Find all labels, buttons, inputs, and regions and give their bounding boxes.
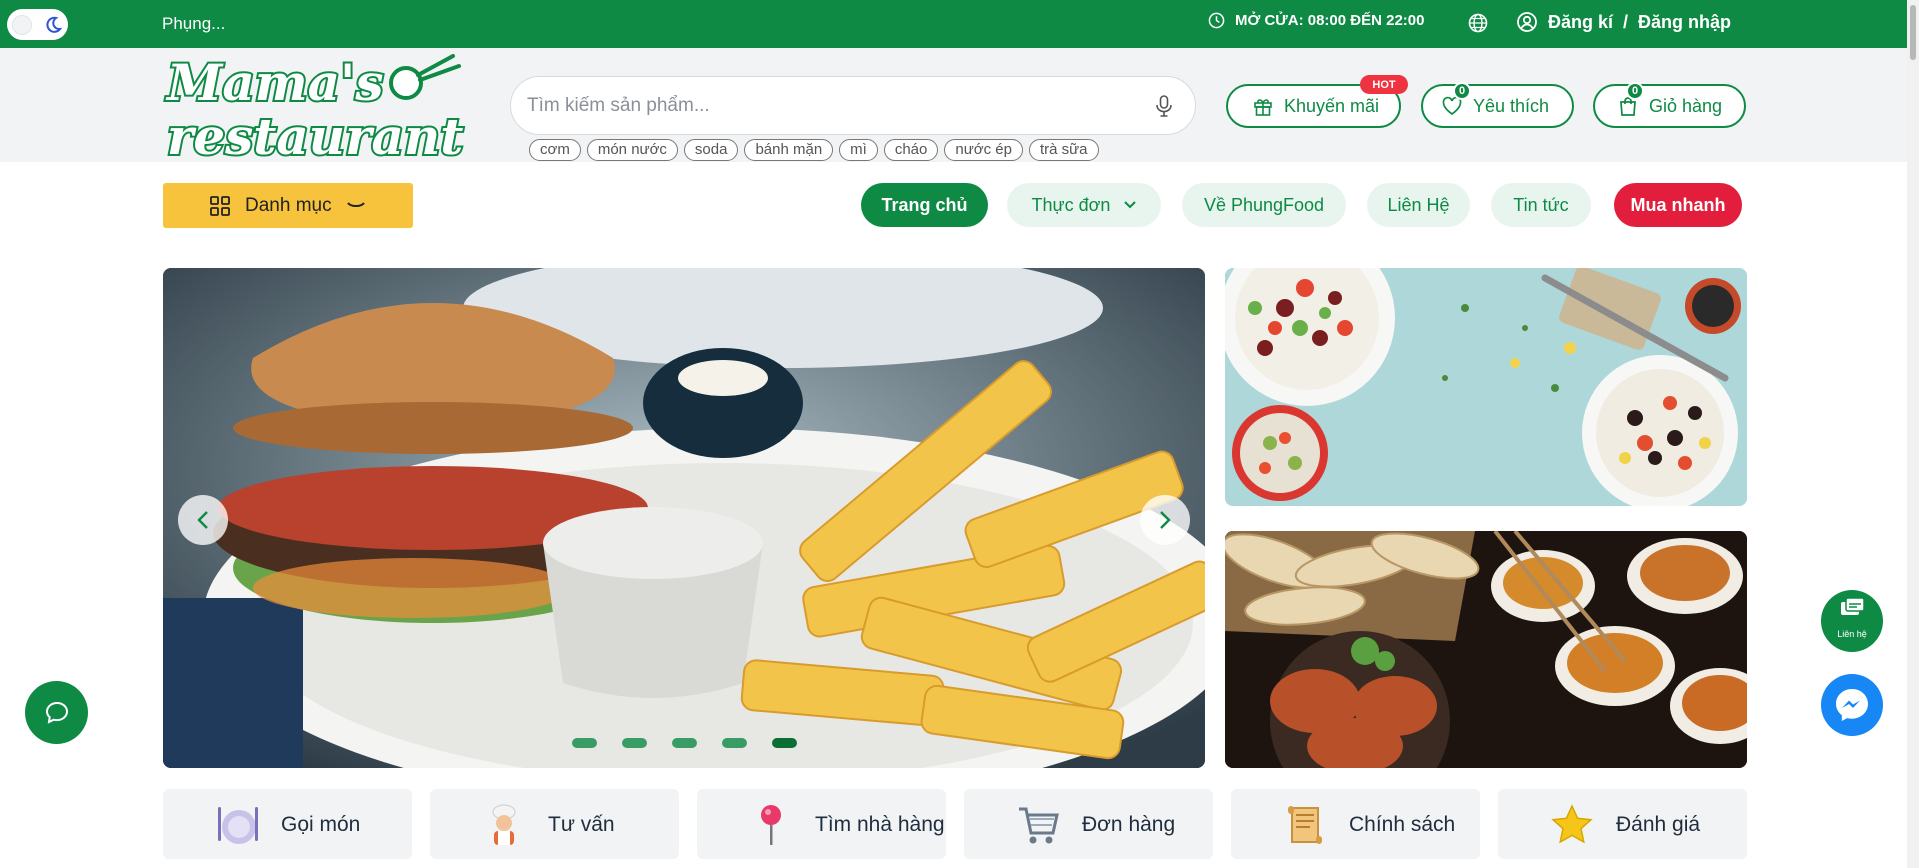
- nav-about-label: Về PhungFood: [1203, 194, 1325, 215]
- search-input[interactable]: [527, 93, 1127, 119]
- page-scrollbar[interactable]: [1907, 0, 1919, 868]
- chat-button[interactable]: [25, 681, 88, 744]
- chef-icon: [492, 804, 516, 845]
- side-banner-top[interactable]: [1225, 268, 1747, 506]
- nav-buy-now-label: Mua nhanh: [1630, 194, 1726, 215]
- nav-buy-now[interactable]: Mua nhanh: [1614, 183, 1742, 227]
- carousel-indicators: [572, 738, 797, 748]
- register-link[interactable]: Đăng kí: [1548, 12, 1613, 33]
- feature-consult[interactable]: Tư vấn: [430, 789, 679, 859]
- auth-separator: /: [1623, 11, 1629, 32]
- search-tag[interactable]: trà sữa: [1028, 139, 1099, 161]
- logo-line2: restaurant: [167, 107, 463, 162]
- main-banner: [163, 268, 1205, 768]
- scroll-icon: [1288, 806, 1322, 844]
- opening-hours: MỞ CỬA: 08:00 ĐẾN 22:00: [1208, 12, 1424, 29]
- dark-mode-toggle[interactable]: [7, 9, 68, 40]
- toggle-knob: [12, 15, 32, 35]
- burger-fries-image: [163, 268, 1205, 768]
- feature-orders[interactable]: Đơn hàng: [964, 789, 1213, 859]
- nav-menu-label: Thực đơn: [1031, 194, 1111, 215]
- nav-news-label: Tin tức: [1513, 194, 1569, 215]
- salad-bowls-image: [1225, 268, 1747, 506]
- caret-down-icon: [1124, 201, 1137, 209]
- auth-links: Đăng kí / Đăng nhập: [1516, 11, 1731, 33]
- cart-label: Giỏ hàng: [1649, 95, 1723, 116]
- globe-icon[interactable]: [1467, 12, 1489, 34]
- carousel-dot[interactable]: [622, 738, 647, 748]
- nav-home-label: Trang chủ: [881, 194, 968, 215]
- star-icon: [1551, 804, 1593, 844]
- gift-icon: [1254, 99, 1272, 116]
- chevron-right-icon: [1160, 511, 1171, 529]
- search-tags: cơm món nước soda bánh mặn mì cháo nước …: [529, 139, 1099, 161]
- carousel-dot[interactable]: [672, 738, 697, 748]
- feature-label: Đơn hàng: [1082, 813, 1176, 836]
- plate-icon: [218, 807, 258, 844]
- top-bar: Phụng... MỞ CỬA: 08:00 ĐẾN 22:00 Đăng kí…: [0, 0, 1919, 48]
- logo-line1: Mama's: [165, 53, 384, 112]
- feature-order[interactable]: Gọi món: [163, 789, 412, 859]
- nav-news[interactable]: Tin tức: [1491, 183, 1591, 227]
- nav-about[interactable]: Về PhungFood: [1182, 183, 1346, 227]
- search-tag[interactable]: soda: [683, 139, 739, 161]
- cart-button[interactable]: Giỏ hàng: [1593, 84, 1746, 128]
- moon-icon: [46, 16, 63, 33]
- pin-icon: [761, 805, 781, 845]
- category-menu-button[interactable]: Danh mục: [163, 183, 413, 228]
- user-icon: [1517, 12, 1537, 32]
- feature-label: Đánh giá: [1616, 813, 1701, 836]
- nav-contact[interactable]: Liên Hệ: [1367, 183, 1470, 227]
- search-tag[interactable]: cháo: [883, 139, 939, 161]
- scrollbar-thumb[interactable]: [1910, 5, 1916, 60]
- favorites-button[interactable]: Yêu thích: [1421, 84, 1574, 128]
- indian-dishes-image: [1225, 531, 1747, 768]
- messenger-button[interactable]: [1821, 674, 1883, 736]
- chevron-down-icon: [346, 201, 365, 207]
- carousel-prev-button[interactable]: [178, 495, 228, 545]
- microphone-icon[interactable]: [1155, 94, 1173, 118]
- brand-text: Phụng...: [162, 14, 226, 33]
- message-icon: [1841, 597, 1865, 615]
- carousel-next-button[interactable]: [1140, 495, 1190, 545]
- cart-icon: [1019, 807, 1059, 844]
- favorites-count-badge: 0: [1453, 82, 1471, 100]
- restaurant-logo[interactable]: Mama's restaurant: [163, 50, 483, 162]
- hours-text: MỞ CỬA: 08:00 ĐẾN 22:00: [1235, 12, 1425, 29]
- messenger-icon: [1836, 689, 1868, 721]
- search-box: [510, 76, 1196, 135]
- nav-home[interactable]: Trang chủ: [861, 183, 988, 227]
- category-label: Danh mục: [245, 194, 332, 216]
- contact-float-button[interactable]: Liên hệ: [1821, 590, 1883, 652]
- feature-policy[interactable]: Chính sách: [1231, 789, 1480, 859]
- hot-badge: HOT: [1360, 75, 1408, 94]
- chat-bubble-icon: [45, 701, 68, 724]
- search-tag[interactable]: bánh mặn: [744, 139, 834, 161]
- feature-find-restaurant[interactable]: Tìm nhà hàng: [697, 789, 946, 859]
- grid-icon: [210, 195, 230, 216]
- carousel-dot-active[interactable]: [772, 738, 797, 748]
- contact-float-label: Liên hệ: [1837, 629, 1867, 639]
- search-tag[interactable]: cơm: [529, 139, 581, 161]
- feature-label: Tư vấn: [548, 813, 615, 836]
- feature-label: Gọi món: [281, 813, 361, 836]
- promotions-label: Khuyến mãi: [1284, 95, 1380, 116]
- carousel-dot[interactable]: [722, 738, 747, 748]
- login-link[interactable]: Đăng nhập: [1638, 12, 1731, 33]
- chevron-left-icon: [197, 511, 208, 529]
- nav-menu[interactable]: Thực đơn: [1007, 183, 1161, 227]
- side-banner-bottom[interactable]: [1225, 531, 1747, 768]
- cart-count-badge: 0: [1626, 82, 1644, 100]
- feature-label: Chính sách: [1349, 813, 1456, 836]
- carousel-dot[interactable]: [572, 738, 597, 748]
- search-tag[interactable]: nước ép: [944, 139, 1023, 161]
- search-tag[interactable]: mì: [839, 139, 878, 161]
- feature-label: Tìm nhà hàng: [815, 813, 945, 836]
- feature-reviews[interactable]: Đánh giá: [1498, 789, 1747, 859]
- favorites-label: Yêu thích: [1473, 95, 1550, 116]
- search-tag[interactable]: món nước: [586, 139, 678, 161]
- nav-contact-label: Liên Hệ: [1387, 194, 1450, 215]
- clock-icon: [1208, 12, 1225, 29]
